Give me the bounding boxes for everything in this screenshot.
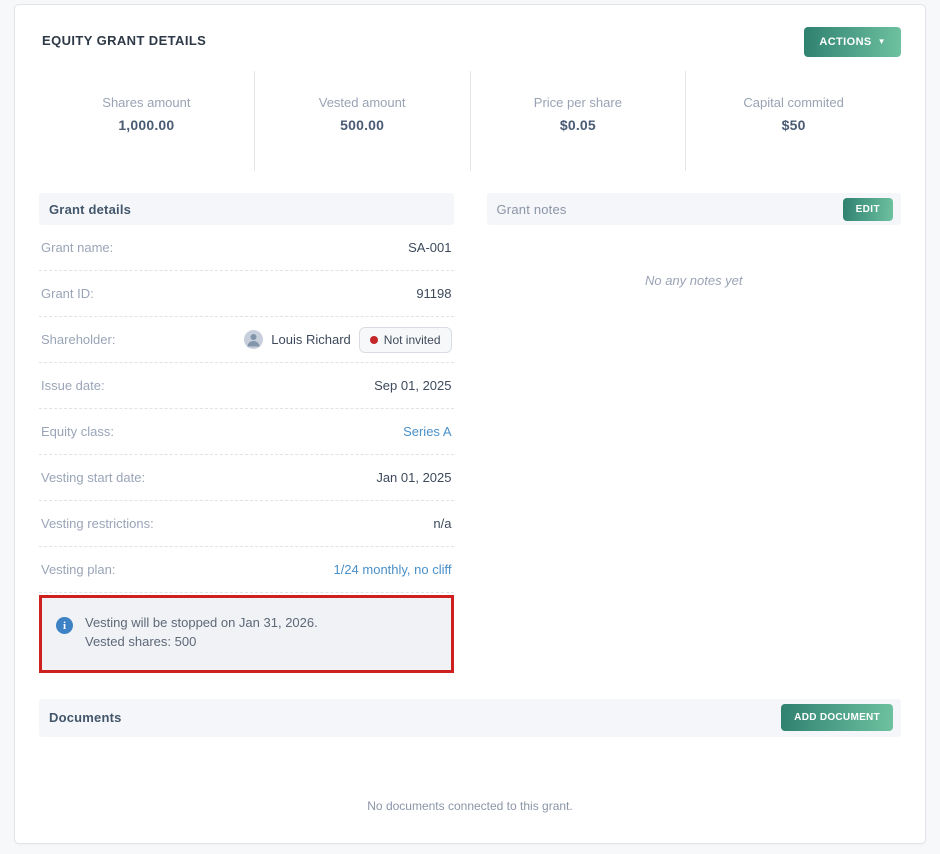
row-value: SA-001	[408, 240, 452, 255]
actions-button[interactable]: ACTIONS ▼	[804, 27, 901, 57]
row-value: 91198	[416, 286, 452, 301]
status-badge-label: Not invited	[383, 332, 441, 347]
documents-section: Documents ADD DOCUMENT No documents conn…	[39, 698, 901, 813]
row-equity-class: Equity class: Series A	[39, 409, 454, 455]
main-grid: Grant details Grant name: SA-001 Grant I…	[39, 193, 901, 673]
documents-empty-text: No documents connected to this grant.	[367, 798, 573, 813]
vesting-info-note: i Vesting will be stopped on Jan 31, 202…	[39, 595, 454, 673]
row-issue-date: Issue date: Sep 01, 2025	[39, 363, 454, 409]
shareholder-value: Louis Richard Not invited	[244, 326, 452, 353]
shareholder-name[interactable]: Louis Richard	[271, 332, 351, 347]
stat-value: $0.05	[559, 117, 596, 133]
stat-label: Price per share	[533, 95, 622, 110]
row-grant-name: Grant name: SA-001	[39, 225, 454, 271]
stats-row: Shares amount 1,000.00 Vested amount 500…	[39, 71, 901, 171]
vesting-info-line1: Vesting will be stopped on Jan 31, 2026.	[85, 615, 318, 630]
row-grant-id: Grant ID: 91198	[39, 271, 454, 317]
row-shareholder: Shareholder: Louis Richard Not invited	[39, 317, 454, 363]
edit-notes-button[interactable]: EDIT	[842, 197, 893, 221]
grant-details-panel: Grant details Grant name: SA-001 Grant I…	[39, 193, 454, 673]
stat-value: $50	[781, 117, 806, 133]
equity-grant-details-card: EQUITY GRANT DETAILS ACTIONS ▼ Shares am…	[14, 4, 926, 844]
grant-notes-header: Grant notes EDIT	[486, 193, 901, 225]
row-value: n/a	[433, 516, 452, 531]
status-badge[interactable]: Not invited	[358, 326, 452, 353]
stat-label: Shares amount	[102, 95, 191, 110]
documents-title: Documents	[49, 710, 122, 726]
card-header: EQUITY GRANT DETAILS ACTIONS ▼	[39, 27, 901, 57]
stat-label: Vested amount	[318, 95, 406, 110]
stat-value: 1,000.00	[118, 117, 175, 133]
row-label: Vesting plan:	[41, 562, 116, 577]
stat-price-per-share: Price per share $0.05	[471, 71, 687, 171]
row-label: Issue date:	[41, 378, 105, 393]
vesting-plan-link[interactable]: 1/24 monthly, no cliff	[333, 562, 451, 577]
row-value: Sep 01, 2025	[374, 378, 452, 393]
vesting-info-text: Vesting will be stopped on Jan 31, 2026.…	[85, 614, 318, 652]
person-icon	[247, 334, 260, 347]
row-label: Vesting restrictions:	[41, 516, 154, 531]
vesting-info-line2: Vested shares: 500	[85, 633, 197, 649]
grant-notes-panel: Grant notes EDIT No any notes yet	[486, 193, 901, 673]
grant-details-title: Grant details	[49, 201, 132, 217]
grant-notes-title: Grant notes	[496, 201, 567, 217]
row-vesting-start-date: Vesting start date: Jan 01, 2025	[39, 455, 454, 501]
stat-shares-amount: Shares amount 1,000.00	[39, 71, 255, 171]
caret-down-icon: ▼	[877, 37, 886, 46]
row-label: Vesting start date:	[41, 470, 146, 485]
row-label: Grant name:	[41, 240, 114, 255]
stat-vested-amount: Vested amount 500.00	[255, 71, 471, 171]
documents-header: Documents ADD DOCUMENT	[39, 698, 901, 737]
grant-details-header: Grant details	[39, 193, 454, 225]
info-icon: i	[56, 617, 73, 634]
row-vesting-plan: Vesting plan: 1/24 monthly, no cliff	[39, 547, 454, 593]
add-document-button[interactable]: ADD DOCUMENT	[781, 704, 893, 732]
equity-class-link[interactable]: Series A	[403, 424, 451, 439]
status-dot-icon	[369, 335, 378, 344]
notes-empty-text: No any notes yet	[644, 273, 743, 288]
avatar	[244, 330, 264, 349]
actions-button-label: ACTIONS	[819, 36, 872, 48]
stat-capital-commited: Capital commited $50	[686, 71, 901, 171]
row-value: Jan 01, 2025	[376, 470, 452, 485]
stat-value: 500.00	[340, 117, 385, 133]
row-vesting-restrictions: Vesting restrictions: n/a	[39, 501, 454, 547]
stat-label: Capital commited	[743, 95, 844, 110]
row-label: Shareholder:	[41, 332, 116, 347]
page-title: EQUITY GRANT DETAILS	[42, 33, 207, 48]
row-label: Equity class:	[41, 424, 114, 439]
row-label: Grant ID:	[41, 286, 94, 301]
